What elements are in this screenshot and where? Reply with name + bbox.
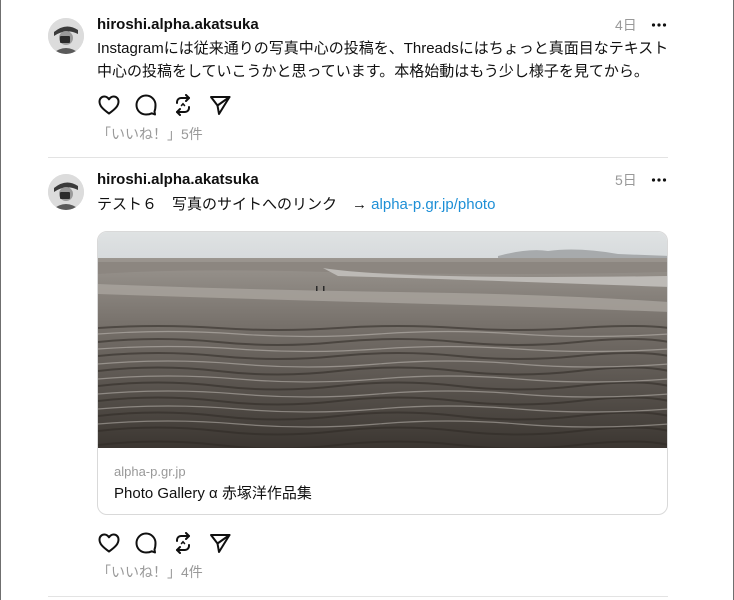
comment-bubble-icon[interactable] (134, 93, 158, 117)
link-preview-card[interactable]: alpha-p.gr.jp Photo Gallery α 赤塚洋作品集 (97, 231, 668, 515)
avatar-photo (48, 18, 84, 54)
link-preview-title: Photo Gallery α 赤塚洋作品集 (114, 485, 312, 502)
link-preview-domain: alpha-p.gr.jp (114, 464, 186, 479)
heart-icon[interactable] (97, 93, 121, 117)
avatar[interactable] (48, 174, 84, 210)
avatar-photo (48, 174, 84, 210)
post-text-content: テスト６ 写真のサイトへのリンク → (97, 196, 372, 213)
post-text: Instagramには従来通りの写真中心の投稿を、Threadsにはちょっと真面… (97, 40, 669, 80)
like-count[interactable]: 「いいね！」5件 (97, 125, 203, 143)
username[interactable]: hiroshi.alpha.akatsuka (97, 171, 259, 189)
avatar[interactable] (48, 18, 84, 54)
post-time[interactable]: 5日 (615, 171, 637, 189)
username[interactable]: hiroshi.alpha.akatsuka (97, 16, 259, 34)
post-divider (48, 157, 668, 158)
post-actions (97, 531, 232, 555)
post-divider (48, 596, 668, 597)
like-count[interactable]: 「いいね！」4件 (97, 563, 203, 581)
more-icon[interactable] (651, 16, 667, 34)
post-text: テスト６ 写真のサイトへのリンク → alpha-p.gr.jp/photo (97, 193, 672, 216)
heart-icon[interactable] (97, 531, 121, 555)
repost-icon[interactable] (171, 93, 195, 117)
post-link[interactable]: alpha-p.gr.jp/photo (371, 196, 495, 213)
send-icon[interactable] (208, 93, 232, 117)
post-time[interactable]: 4日 (615, 16, 637, 34)
link-preview-image[interactable] (98, 232, 667, 448)
more-icon[interactable] (651, 171, 667, 189)
comment-bubble-icon[interactable] (134, 531, 158, 555)
post-actions (97, 93, 232, 117)
repost-icon[interactable] (171, 531, 195, 555)
threads-feed: hiroshi.alpha.akatsuka 4日 Instagramには従来通… (0, 0, 734, 600)
send-icon[interactable] (208, 531, 232, 555)
